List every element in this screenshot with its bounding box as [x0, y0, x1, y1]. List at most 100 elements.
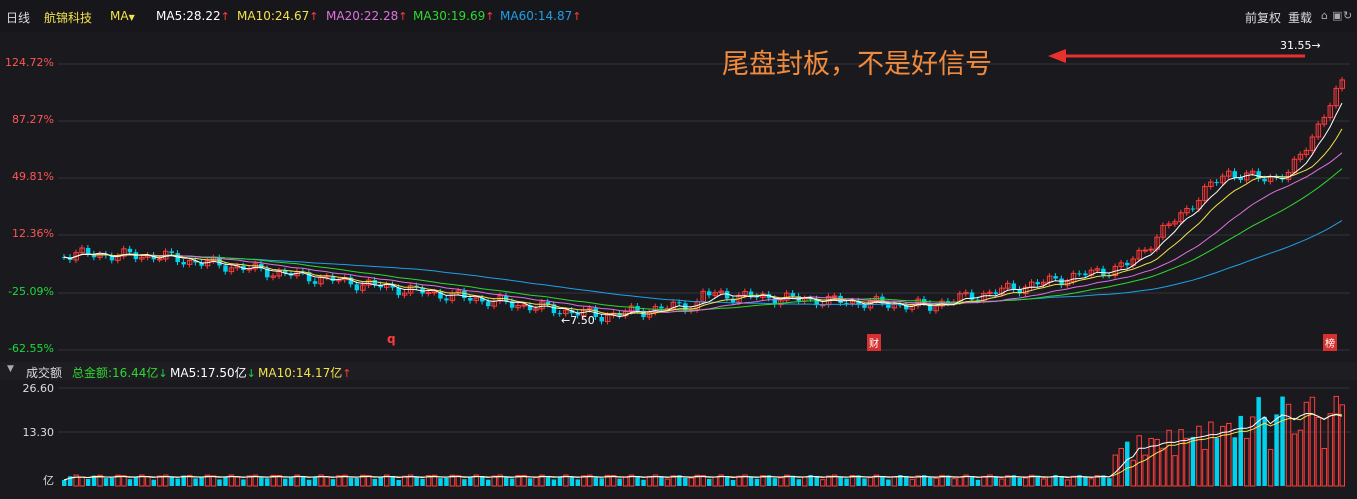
- candle[interactable]: [1011, 283, 1017, 290]
- volume-bar[interactable]: [1267, 448, 1274, 487]
- candle[interactable]: [431, 291, 438, 294]
- window-icon[interactable]: ▣: [1332, 9, 1342, 22]
- volume-bar[interactable]: [957, 476, 963, 487]
- volume-bar[interactable]: [241, 479, 246, 486]
- lock-icon[interactable]: ⌂: [1321, 9, 1328, 22]
- candle[interactable]: [521, 304, 527, 307]
- volume-bar[interactable]: [790, 475, 796, 486]
- volume-bar[interactable]: [468, 476, 473, 486]
- candle[interactable]: [468, 298, 473, 301]
- volume-bar[interactable]: [646, 475, 653, 487]
- volume-bar[interactable]: [904, 476, 909, 486]
- volume-bar[interactable]: [1166, 429, 1172, 487]
- volume-bar[interactable]: [1136, 435, 1142, 487]
- volume-bar[interactable]: [772, 478, 778, 486]
- volume-bar[interactable]: [1070, 475, 1077, 487]
- candle[interactable]: [659, 306, 664, 309]
- volume-bar[interactable]: [1238, 415, 1243, 486]
- volume-bar[interactable]: [151, 479, 157, 486]
- volume-bar[interactable]: [462, 479, 467, 486]
- volume-bar[interactable]: [969, 476, 975, 486]
- volume-bar[interactable]: [1196, 425, 1202, 487]
- volume-bar[interactable]: [1202, 448, 1208, 487]
- volume-bar[interactable]: [1309, 396, 1316, 487]
- candle[interactable]: [169, 251, 174, 254]
- candle[interactable]: [181, 262, 186, 265]
- volume-bar[interactable]: [1274, 414, 1279, 486]
- marker-q[interactable]: q: [387, 332, 396, 346]
- volume-bar[interactable]: [133, 476, 139, 486]
- volume-bar[interactable]: [1017, 477, 1023, 486]
- volume-bar[interactable]: [85, 478, 91, 486]
- volume-bar[interactable]: [1262, 416, 1267, 486]
- volume-bar[interactable]: [1297, 429, 1304, 487]
- candle[interactable]: [1053, 276, 1058, 279]
- volume-bar[interactable]: [1226, 422, 1232, 487]
- volume-bar[interactable]: [1321, 448, 1328, 487]
- volume-bar[interactable]: [378, 477, 383, 486]
- volume-bar[interactable]: [736, 475, 742, 487]
- volume-bar[interactable]: [933, 477, 939, 487]
- volume-bar[interactable]: [79, 476, 85, 487]
- candle[interactable]: [444, 298, 449, 301]
- candle[interactable]: [844, 302, 849, 304]
- volume-bar[interactable]: [444, 477, 449, 486]
- volume-bar[interactable]: [282, 478, 288, 486]
- volume-bar[interactable]: [1130, 459, 1136, 487]
- volume-bar[interactable]: [348, 477, 354, 486]
- volume-bar[interactable]: [372, 478, 378, 486]
- volume-bar[interactable]: [455, 475, 462, 487]
- volume-bar[interactable]: [265, 478, 270, 486]
- candle[interactable]: [312, 281, 318, 284]
- volume-bar[interactable]: [1083, 477, 1088, 486]
- volume-bar[interactable]: [778, 477, 784, 487]
- volume-bar[interactable]: [1214, 438, 1220, 486]
- volume-bar[interactable]: [754, 478, 760, 486]
- volume-bar[interactable]: [1064, 479, 1071, 487]
- price-chart[interactable]: 124.72% 87.27% 49.81% 12.36% -25.09% -62…: [0, 32, 1357, 362]
- volume-bar[interactable]: [306, 479, 312, 486]
- volume-bar[interactable]: [390, 476, 395, 486]
- volume-bar[interactable]: [1339, 404, 1346, 487]
- volume-svg[interactable]: [0, 380, 1357, 495]
- volume-bar[interactable]: [838, 477, 843, 486]
- volume-bar[interactable]: [1256, 397, 1261, 486]
- candle[interactable]: [486, 301, 491, 307]
- volume-bar[interactable]: [724, 476, 730, 486]
- volume-bar[interactable]: [199, 477, 204, 486]
- volume-bar[interactable]: [1333, 395, 1340, 487]
- volume-bar[interactable]: [909, 478, 916, 487]
- volume-bar[interactable]: [748, 477, 754, 486]
- volume-bar[interactable]: [999, 478, 1005, 487]
- volume-bar[interactable]: [533, 477, 539, 487]
- volume-bar[interactable]: [491, 475, 497, 487]
- volume-bar[interactable]: [551, 479, 557, 486]
- volume-bar[interactable]: [1023, 477, 1029, 487]
- candle[interactable]: [223, 265, 228, 272]
- volume-bar[interactable]: [330, 479, 336, 486]
- volume-bar[interactable]: [1178, 429, 1184, 487]
- volume-bar[interactable]: [862, 478, 867, 486]
- candle[interactable]: [862, 304, 867, 308]
- volume-bar[interactable]: [486, 479, 491, 486]
- volume-bar[interactable]: [706, 478, 712, 486]
- candle[interactable]: [157, 258, 163, 261]
- volume-bar[interactable]: [1172, 455, 1178, 487]
- volume-bar[interactable]: [127, 479, 133, 486]
- candle[interactable]: [85, 248, 91, 254]
- volume-bar[interactable]: [175, 478, 180, 486]
- volume-bar[interactable]: [234, 476, 241, 487]
- volume-bar[interactable]: [420, 478, 425, 486]
- candle[interactable]: [831, 295, 838, 298]
- overlay-button[interactable]: 重载: [1288, 9, 1312, 26]
- candle[interactable]: [127, 248, 133, 253]
- volume-bar[interactable]: [886, 479, 891, 486]
- volume-bar[interactable]: [622, 476, 629, 487]
- candle[interactable]: [462, 290, 467, 299]
- volume-bar[interactable]: [1059, 476, 1064, 486]
- volume-bar[interactable]: [951, 478, 957, 487]
- candle[interactable]: [1214, 182, 1220, 184]
- volume-bar[interactable]: [814, 476, 819, 486]
- volume-bar[interactable]: [593, 477, 598, 486]
- candle[interactable]: [1101, 268, 1106, 276]
